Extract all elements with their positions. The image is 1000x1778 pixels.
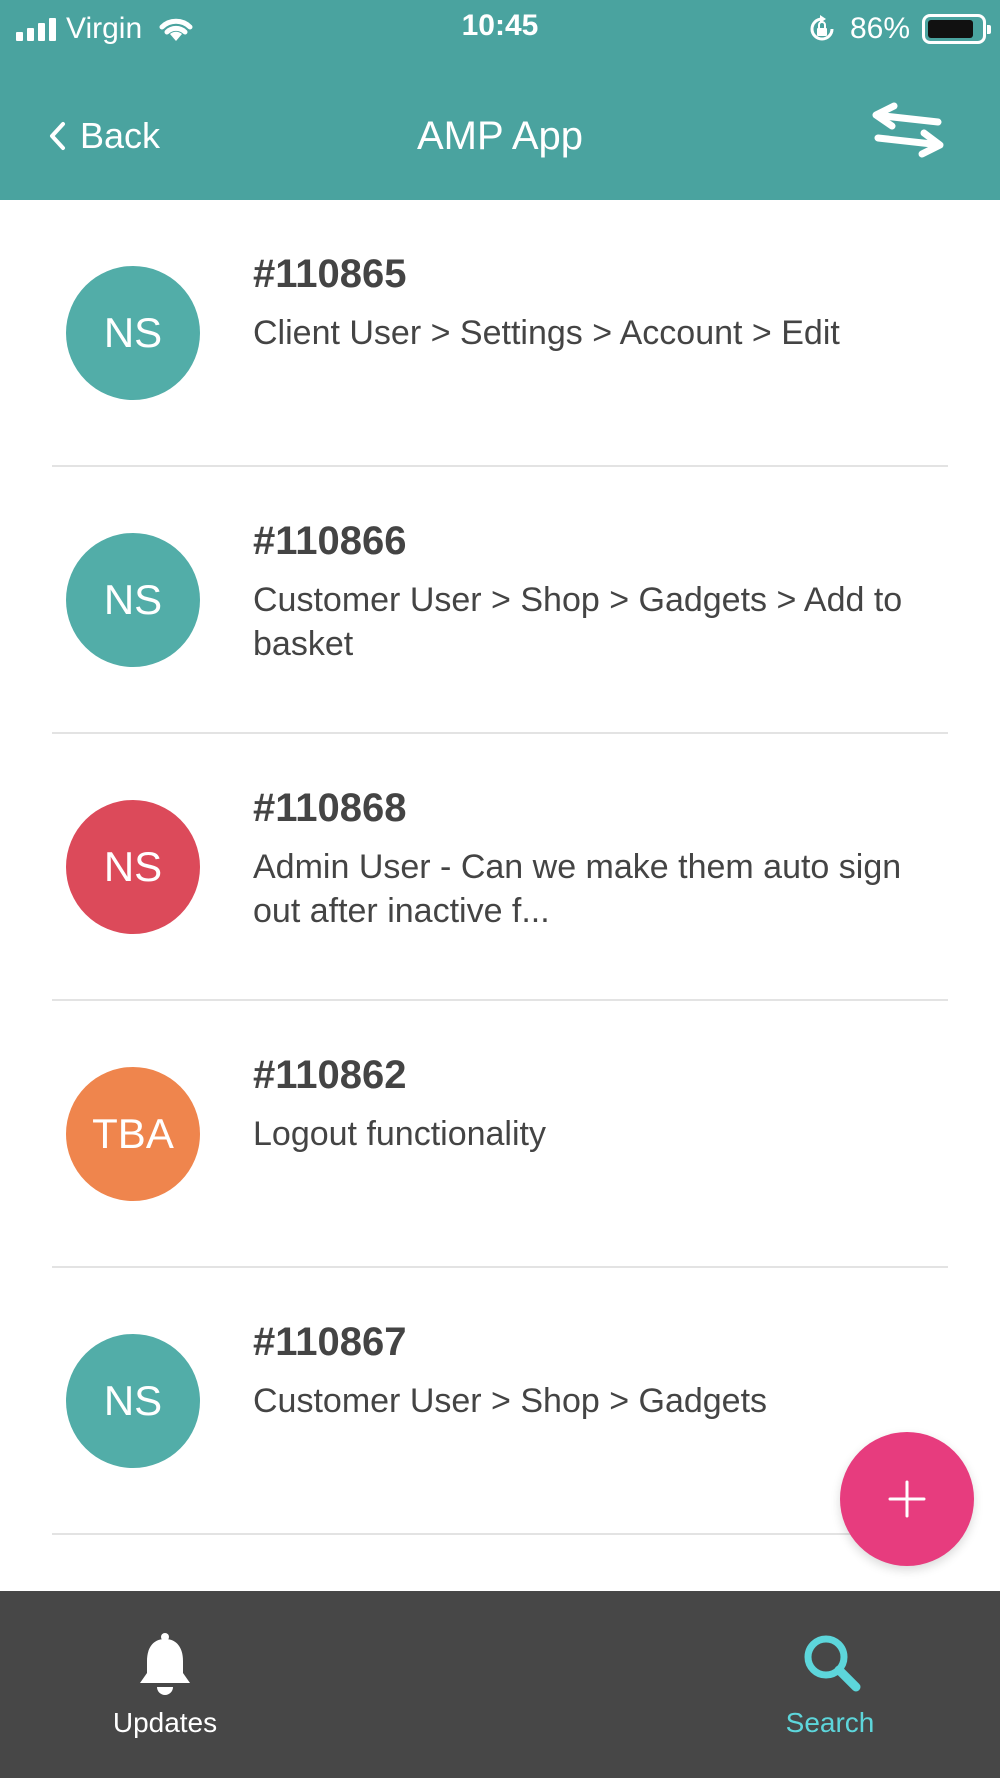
item-text: #110866 Customer User > Shop > Gadgets >…: [253, 519, 933, 666]
avatar: TBA: [66, 1067, 200, 1201]
list-item[interactable]: NS #110866 Customer User > Shop > Gadget…: [0, 467, 1000, 734]
item-text: #110862 Logout functionality: [253, 1053, 933, 1156]
ticket-description: Client User > Settings > Account > Edit: [253, 314, 840, 352]
avatar: NS: [66, 266, 200, 400]
avatar-initials: NS: [103, 576, 163, 623]
item-text: #110867 Customer User > Shop > Gadgets: [253, 1320, 933, 1423]
avatar: NS: [66, 800, 200, 934]
search-icon: [804, 1635, 861, 1692]
list-item[interactable]: TBA #110862 Logout functionality: [0, 1001, 1000, 1268]
avatar-initials: NS: [103, 309, 163, 356]
item-text: #110868 Admin User - Can we make them au…: [253, 786, 933, 933]
ticket-id: #110868: [253, 786, 407, 830]
battery-percent: 86%: [849, 12, 910, 45]
ticket-id: #110865: [253, 252, 407, 296]
add-button[interactable]: [840, 1432, 974, 1566]
tab-search[interactable]: Search: [730, 1591, 930, 1778]
tab-label: Updates: [112, 1707, 218, 1738]
status-right: 86%: [806, 9, 991, 49]
plus-icon: [888, 1480, 926, 1518]
avatar: NS: [66, 1334, 200, 1468]
list-item[interactable]: NS #110865 Client User > Settings > Acco…: [0, 200, 1000, 467]
avatar-initials: NS: [103, 1377, 163, 1424]
ticket-description: Customer User > Shop > Gadgets: [253, 1382, 768, 1420]
item-text: #110865 Client User > Settings > Account…: [253, 252, 933, 355]
nav-bar: Back AMP App: [0, 80, 1000, 190]
avatar-initials: TBA: [92, 1110, 174, 1157]
divider: [52, 1533, 948, 1535]
ticket-id: #110862: [253, 1053, 407, 1097]
swap-arrows-icon: [872, 102, 944, 158]
status-bar: Virgin 10:45 86%: [0, 0, 1000, 56]
swap-button[interactable]: [868, 102, 948, 162]
ticket-id: #110867: [253, 1320, 407, 1364]
ticket-list: NS #110865 Client User > Settings > Acco…: [0, 200, 1000, 1535]
header: Virgin 10:45 86% Back AMP App: [0, 0, 1000, 200]
ticket-description: Admin User - Can we make them auto sign …: [253, 848, 902, 930]
ticket-description: Logout functionality: [253, 1115, 546, 1153]
tab-updates[interactable]: Updates: [65, 1591, 265, 1778]
bell-icon: [140, 1633, 190, 1695]
tab-bar: Updates Search: [0, 1591, 1000, 1778]
list-item[interactable]: NS #110868 Admin User - Can we make them…: [0, 734, 1000, 1001]
ticket-description: Customer User > Shop > Gadgets > Add to …: [253, 581, 903, 663]
avatar-initials: NS: [103, 843, 163, 890]
orientation-lock-icon: [810, 15, 834, 41]
battery-icon: [922, 14, 991, 44]
avatar: NS: [66, 533, 200, 667]
page-title: AMP App: [416, 114, 584, 158]
tab-label: Search: [785, 1707, 875, 1738]
battery-fill: [928, 20, 973, 38]
ticket-id: #110866: [253, 519, 407, 563]
